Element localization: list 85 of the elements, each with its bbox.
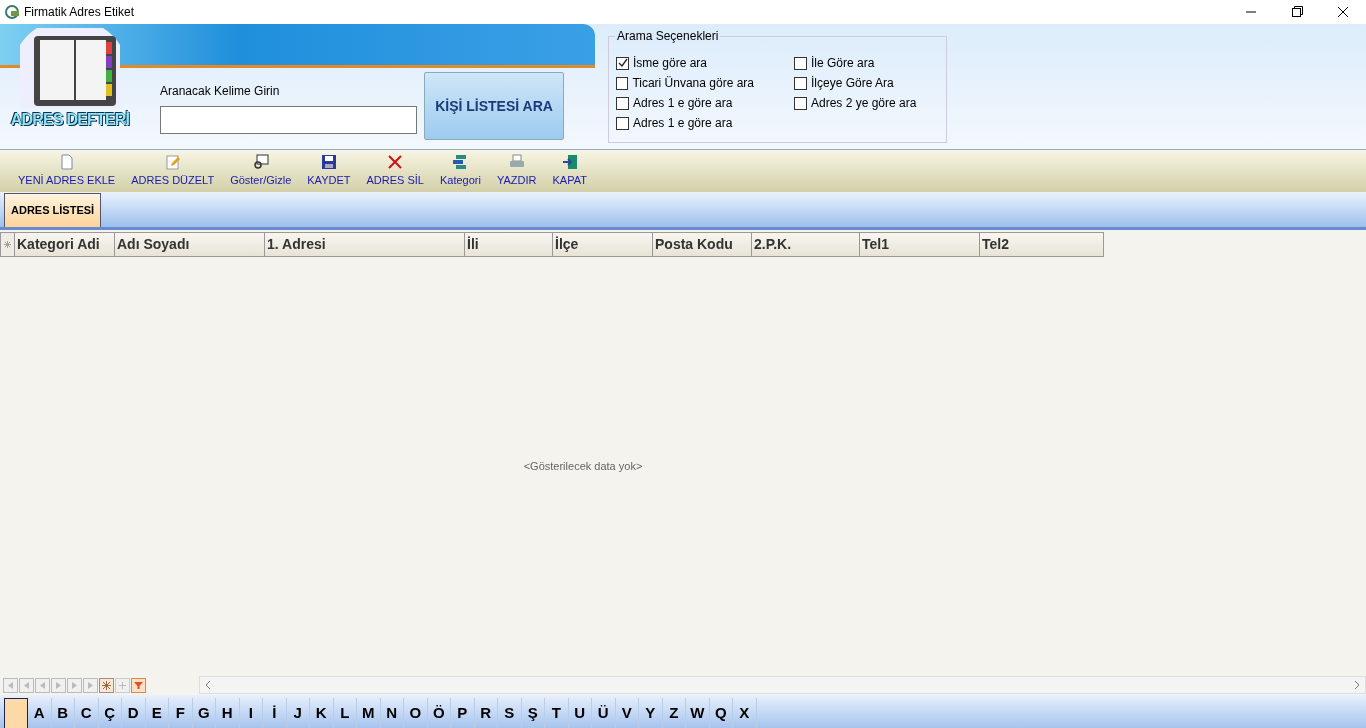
- letter-tab[interactable]: P: [451, 698, 475, 728]
- letter-tab[interactable]: G: [192, 698, 216, 728]
- letter-tab[interactable]: N: [380, 698, 404, 728]
- letter-tab[interactable]: F: [169, 698, 193, 728]
- letter-tab[interactable]: A: [28, 698, 52, 728]
- column-header[interactable]: İli: [465, 232, 553, 257]
- toolbar-button[interactable]: KAYDET: [299, 153, 359, 188]
- letter-tab[interactable]: I: [239, 698, 263, 728]
- checkbox[interactable]: [616, 116, 629, 130]
- logo-text: ADRES DEFTERİ: [10, 110, 130, 130]
- column-header[interactable]: Posta Kodu: [653, 232, 752, 257]
- toolbar-button[interactable]: YAZDIR: [488, 153, 545, 188]
- document-icon: [58, 153, 75, 170]
- checkbox-label: Ticari Ünvana göre ara: [632, 75, 754, 92]
- column-header[interactable]: Tel1: [860, 232, 980, 257]
- app-icon: [4, 4, 20, 20]
- letter-tab[interactable]: C: [75, 698, 99, 728]
- tab[interactable]: ADRES LİSTESİ: [4, 193, 102, 227]
- search-field[interactable]: [160, 106, 417, 134]
- save-icon: [320, 153, 337, 170]
- checkbox-label: İlçeye Göre Ara: [811, 75, 894, 92]
- letter-tab[interactable]: B: [51, 698, 75, 728]
- letter-tab[interactable]: L: [333, 698, 357, 728]
- toolbar-button[interactable]: ADRES DÜZELT: [123, 153, 223, 188]
- toolbar-button[interactable]: ADRES SİL: [358, 153, 432, 188]
- letter-tab[interactable]: H: [216, 698, 240, 728]
- letter-tab[interactable]: E: [145, 698, 169, 728]
- letter-tab[interactable]: Ç: [98, 698, 122, 728]
- toolbar-button[interactable]: Kategori: [431, 153, 489, 188]
- letter-tab[interactable]: J: [286, 698, 310, 728]
- letter-tab[interactable]: Y: [639, 698, 663, 728]
- checkbox-label: İsme göre ara: [633, 55, 708, 72]
- column-header[interactable]: 1. Adresi: [265, 232, 465, 257]
- checkbox-label: Adres 1 e göre ara: [633, 95, 733, 112]
- toolbar-button[interactable]: Göster/Gizle: [222, 153, 300, 188]
- address-book-icon: [20, 28, 120, 108]
- letter-tab[interactable]: Ü: [592, 698, 616, 728]
- column-header[interactable]: Kategori Adi: [15, 232, 115, 257]
- letter-tab[interactable]: Ş: [521, 698, 545, 728]
- toolbar-button[interactable]: YENİ ADRES EKLE: [10, 153, 124, 188]
- letter-tab[interactable]: M: [357, 698, 381, 728]
- close-icon: [387, 153, 404, 170]
- exit-door-icon: [561, 153, 578, 170]
- checkbox[interactable]: [794, 76, 807, 90]
- checkbox-label: Adres 2 ye göre ara: [811, 95, 917, 112]
- letter-tab[interactable]: V: [615, 698, 639, 728]
- blank-tab[interactable]: [4, 698, 28, 728]
- letter-tab[interactable]: O: [404, 698, 428, 728]
- empty-message: <Gösterilecek data yok>: [523, 458, 643, 474]
- letter-tab[interactable]: X: [733, 698, 757, 728]
- letter-tab[interactable]: Ö: [427, 698, 451, 728]
- pencil-icon: [164, 153, 181, 170]
- column-header[interactable]: İlçe: [553, 232, 653, 257]
- printer-icon: [508, 153, 525, 170]
- add-record-icon[interactable]: [99, 677, 114, 693]
- search-label: Aranacak Kelime Girin: [160, 83, 281, 100]
- column-header[interactable]: Tel2: [980, 232, 1104, 257]
- letter-tab[interactable]: S: [498, 698, 522, 728]
- letter-tab[interactable]: Z: [662, 698, 686, 728]
- column-header[interactable]: 2.P.K.: [752, 232, 860, 257]
- checkbox[interactable]: [616, 96, 629, 110]
- letter-tab[interactable]: D: [122, 698, 146, 728]
- letter-tab[interactable]: K: [310, 698, 334, 728]
- letter-tab[interactable]: W: [686, 698, 710, 728]
- checkbox[interactable]: [794, 56, 807, 70]
- checkbox[interactable]: [794, 96, 807, 110]
- group-title: Arama Seçenekleri: [615, 29, 721, 43]
- letter-tab[interactable]: Q: [709, 698, 733, 728]
- column-header[interactable]: Adı Soyadı: [115, 232, 265, 257]
- check-icon: [617, 58, 628, 68]
- checkbox-label: İle Göre ara: [811, 55, 875, 72]
- filter-icon[interactable]: [131, 677, 146, 693]
- letter-tab[interactable]: R: [474, 698, 498, 728]
- toolbar-button[interactable]: KAPAT: [544, 153, 595, 188]
- checkbox-label: Adres 1 e göre ara: [633, 115, 733, 132]
- search-button[interactable]: KİŞİ LİSTESİ ARA: [424, 72, 564, 140]
- checkbox[interactable]: [616, 56, 629, 70]
- letter-tab[interactable]: U: [568, 698, 592, 728]
- horizontal-scrollbar[interactable]: [199, 676, 1366, 694]
- checkbox[interactable]: [616, 76, 629, 90]
- letter-tab[interactable]: İ: [263, 698, 287, 728]
- boxes-icon: [452, 153, 469, 170]
- letter-tab[interactable]: T: [545, 698, 569, 728]
- window-magnifier-icon: [252, 153, 269, 170]
- window-title: Firmatik Adres Etiket: [24, 4, 135, 21]
